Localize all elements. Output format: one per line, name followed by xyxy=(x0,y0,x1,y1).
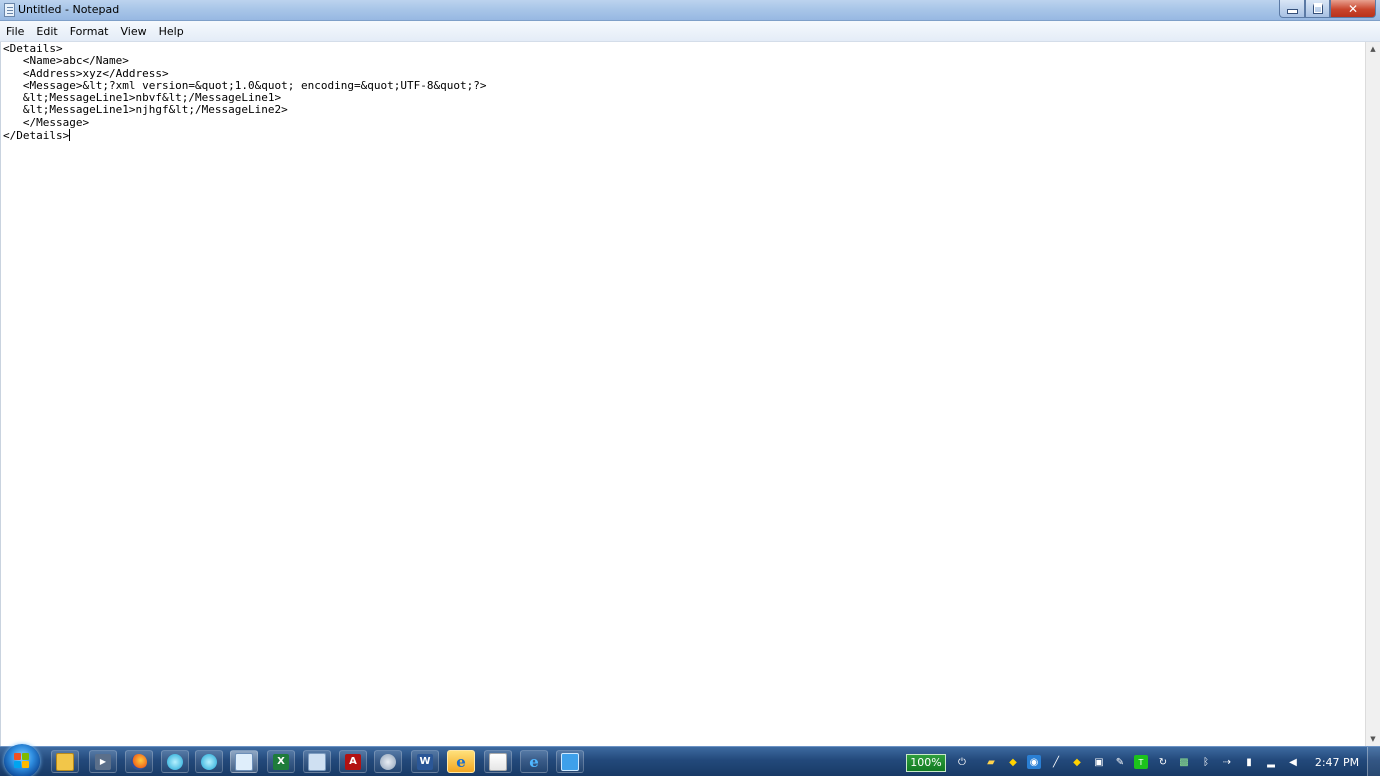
tray-volume-icon[interactable]: ◀ xyxy=(1286,755,1300,769)
vertical-scrollbar[interactable]: ▲ ▼ xyxy=(1365,42,1380,746)
taskbar-settings[interactable] xyxy=(374,750,402,773)
editor-text-content[interactable]: <Details> <Name>abc</Name> <Address>xyz<… xyxy=(1,42,1365,142)
menu-edit[interactable]: Edit xyxy=(30,22,63,41)
menu-format[interactable]: Format xyxy=(64,22,115,41)
minimize-icon xyxy=(1286,9,1298,14)
taskbar: ▶ X A W e e 100% ⏻ ▰ ◆ ◉ ╱ ◆ ▣ ✎ T ↻ ▩ ᛒ… xyxy=(0,744,1380,776)
globe-icon xyxy=(167,753,183,770)
tray-shield-icon-2[interactable]: ◆ xyxy=(1070,755,1084,769)
java-icon xyxy=(489,752,507,771)
tray-power-icon[interactable]: ⏻ xyxy=(955,755,969,769)
folder-icon xyxy=(56,752,74,771)
tray-shield-icon[interactable]: ◆ xyxy=(1006,755,1020,769)
taskbar-blank-window[interactable] xyxy=(556,750,584,773)
taskbar-explorer[interactable] xyxy=(51,750,79,773)
excel-icon: X xyxy=(273,753,289,770)
title-bar[interactable]: Untitled - Notepad ✕ xyxy=(0,0,1380,21)
window-title: Untitled - Notepad xyxy=(18,3,120,16)
notepad-icon xyxy=(235,752,253,771)
internet-explorer-icon: e xyxy=(529,752,539,771)
editor-text: <Details> <Name>abc</Name> <Address>xyz<… xyxy=(3,42,487,143)
close-button[interactable]: ✕ xyxy=(1330,0,1376,18)
text-editor-area[interactable]: <Details> <Name>abc</Name> <Address>xyz<… xyxy=(0,42,1365,746)
maximize-icon xyxy=(1312,3,1323,14)
tray-lock-icon[interactable]: ▣ xyxy=(1092,755,1106,769)
taskbar-network-1[interactable] xyxy=(161,750,189,773)
tray-tc-icon[interactable]: T xyxy=(1134,755,1148,769)
show-desktop-button[interactable] xyxy=(1367,747,1380,776)
menu-help[interactable]: Help xyxy=(153,22,190,41)
tray-battery-icon[interactable]: ▮ xyxy=(1242,755,1256,769)
scroll-down-arrow-icon[interactable]: ▼ xyxy=(1366,732,1380,746)
taskbar-document[interactable] xyxy=(303,750,331,773)
firefox-icon xyxy=(131,753,147,770)
taskbar-notepad[interactable] xyxy=(230,750,258,773)
windows-logo-icon xyxy=(14,753,30,769)
tray-edit-icon[interactable]: ✎ xyxy=(1113,755,1127,769)
taskbar-firefox[interactable] xyxy=(125,750,153,773)
internet-explorer-icon: e xyxy=(456,752,466,771)
acrobat-icon: A xyxy=(345,753,361,770)
zoom-indicator[interactable]: 100% xyxy=(906,754,946,772)
notepad-app-icon[interactable] xyxy=(4,3,15,17)
globe-icon xyxy=(201,753,217,770)
gear-icon xyxy=(380,753,396,770)
tray-usb-icon[interactable]: ⇢ xyxy=(1220,755,1234,769)
tray-monitor-icon[interactable]: ▩ xyxy=(1177,755,1191,769)
taskbar-excel[interactable]: X xyxy=(267,750,295,773)
taskbar-internet-explorer[interactable]: e xyxy=(520,750,548,773)
menu-bar: File Edit Format View Help xyxy=(0,21,1380,42)
menu-file[interactable]: File xyxy=(0,22,30,41)
taskbar-word[interactable]: W xyxy=(411,750,439,773)
tray-refresh-icon[interactable]: ↻ xyxy=(1156,755,1170,769)
tray-network-icon[interactable]: ▂ xyxy=(1264,755,1278,769)
tray-app-icon[interactable]: ◉ xyxy=(1027,755,1041,769)
tray-folder-icon[interactable]: ▰ xyxy=(984,755,998,769)
minimize-button[interactable] xyxy=(1279,0,1305,18)
tray-bluetooth-icon[interactable]: ᛒ xyxy=(1199,755,1213,769)
scroll-up-arrow-icon[interactable]: ▲ xyxy=(1366,42,1380,56)
tray-pen-icon[interactable]: ╱ xyxy=(1049,755,1063,769)
media-player-icon: ▶ xyxy=(95,753,111,770)
taskbar-acrobat[interactable]: A xyxy=(339,750,367,773)
taskbar-media-player[interactable]: ▶ xyxy=(89,750,117,773)
taskbar-internet-explorer-active[interactable]: e xyxy=(447,750,475,773)
maximize-button[interactable] xyxy=(1305,0,1330,18)
clock[interactable]: 2:47 PM xyxy=(1312,756,1362,769)
taskbar-network-2[interactable] xyxy=(195,750,223,773)
window-icon xyxy=(561,752,579,771)
document-icon xyxy=(308,752,326,771)
word-icon: W xyxy=(417,753,433,770)
text-caret xyxy=(69,129,71,142)
start-button[interactable] xyxy=(4,744,40,776)
taskbar-java[interactable] xyxy=(484,750,512,773)
menu-view[interactable]: View xyxy=(115,22,153,41)
